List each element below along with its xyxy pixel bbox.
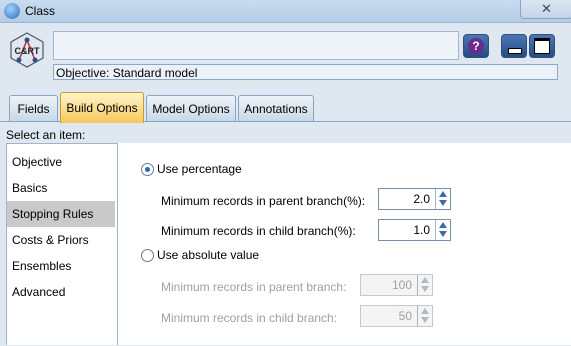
arrow-up-icon[interactable] — [439, 222, 447, 228]
maximize-icon — [534, 38, 550, 54]
list-item-advanced[interactable]: Advanced — [7, 279, 115, 305]
tab-bar: Fields Build Options Model Options Annot… — [0, 92, 571, 123]
window-titlebar: Class ✕ — [0, 0, 571, 23]
list-item-ensembles[interactable]: Ensembles — [7, 253, 115, 279]
help-button[interactable]: ? — [463, 34, 489, 58]
objective-field: Objective: Standard model — [53, 64, 558, 80]
list-item-basics[interactable]: Basics — [7, 175, 115, 201]
model-type-icon: C&RT — [10, 32, 44, 68]
help-icon: ? — [468, 38, 484, 54]
spinner-arrows[interactable] — [417, 306, 432, 326]
model-icon-text: C&RT — [15, 46, 40, 56]
min-child-abs-spinner[interactable]: 50 — [360, 305, 433, 327]
min-parent-abs-spinner[interactable]: 100 — [360, 274, 433, 296]
tab-fields[interactable]: Fields — [9, 95, 58, 122]
arrow-down-icon[interactable] — [439, 200, 447, 206]
spinner-arrows[interactable] — [417, 275, 432, 295]
min-child-pct-label: Minimum records in child branch(%): — [161, 224, 356, 238]
tab-model-options[interactable]: Model Options — [146, 95, 236, 122]
tab-annotations[interactable]: Annotations — [238, 95, 314, 122]
use-percentage-label: Use percentage — [157, 162, 242, 176]
arrow-up-icon[interactable] — [421, 277, 429, 283]
stopping-rules-panel: Use percentage Minimum records in parent… — [118, 143, 571, 345]
spinner-arrows[interactable] — [435, 220, 450, 240]
item-list: Objective Basics Stopping Rules Costs & … — [6, 143, 118, 345]
min-child-pct-value[interactable]: 1.0 — [413, 223, 430, 237]
minimize-button[interactable] — [501, 34, 527, 58]
app-icon — [4, 3, 20, 19]
arrow-up-icon[interactable] — [439, 191, 447, 197]
minimize-icon — [508, 48, 522, 54]
list-item-stopping-rules[interactable]: Stopping Rules — [7, 201, 115, 227]
arrow-down-icon[interactable] — [421, 286, 429, 292]
arrow-down-icon[interactable] — [439, 231, 447, 237]
use-percentage-radio[interactable] — [141, 163, 154, 176]
tab-build-options[interactable]: Build Options — [60, 92, 144, 123]
list-item-costs-priors[interactable]: Costs & Priors — [7, 227, 115, 253]
min-child-abs-value[interactable]: 50 — [399, 309, 412, 323]
min-child-abs-label: Minimum records in child branch: — [161, 311, 338, 325]
close-button[interactable]: ✕ — [520, 0, 571, 19]
min-parent-abs-value[interactable]: 100 — [392, 278, 412, 292]
min-parent-pct-label: Minimum records in parent branch(%): — [161, 194, 366, 208]
select-item-label: Select an item: — [6, 128, 86, 142]
spinner-arrows[interactable] — [435, 189, 450, 209]
model-name-field[interactable] — [53, 31, 459, 60]
min-parent-pct-spinner[interactable]: 2.0 — [378, 188, 451, 210]
arrow-down-icon[interactable] — [421, 317, 429, 323]
maximize-button[interactable] — [529, 34, 555, 58]
list-item-objective[interactable]: Objective — [7, 149, 115, 175]
min-parent-pct-value[interactable]: 2.0 — [413, 192, 430, 206]
min-parent-abs-label: Minimum records in parent branch: — [161, 280, 347, 294]
use-absolute-radio[interactable] — [141, 249, 154, 262]
arrow-up-icon[interactable] — [421, 308, 429, 314]
window-title: Class — [25, 4, 56, 18]
use-absolute-label: Use absolute value — [157, 248, 260, 262]
min-child-pct-spinner[interactable]: 1.0 — [378, 219, 451, 241]
